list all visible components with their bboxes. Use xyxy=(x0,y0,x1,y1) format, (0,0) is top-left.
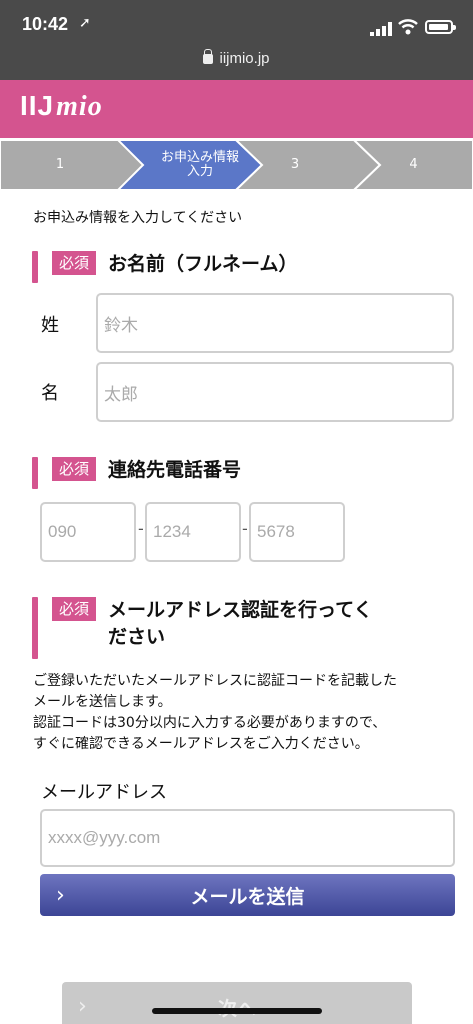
desc-line: すぐに確認できるメールアドレスをご入力ください。 xyxy=(33,736,369,752)
step-1: 1 xyxy=(55,156,65,172)
email-section-heading: 必須 メールアドレス認証を行ってく ださい xyxy=(32,597,408,659)
name-section-title: お名前（フルネーム） xyxy=(108,253,298,275)
desc-line: 認証コードは30分以内に入力する必要がありますので、 xyxy=(33,715,387,731)
step-4: 4 xyxy=(409,156,418,172)
site-header: IIJmio xyxy=(0,80,473,138)
required-badge: 必須 xyxy=(52,457,97,481)
section-accent-bar xyxy=(32,597,38,659)
phone-separator: - xyxy=(242,519,248,538)
home-indicator[interactable] xyxy=(152,1008,322,1014)
send-email-label: メールを送信 xyxy=(190,885,305,908)
logo-main: IIJ xyxy=(20,90,55,121)
last-name-input[interactable]: 鈴木 xyxy=(96,293,454,353)
lock-icon xyxy=(203,49,214,65)
phone-part2-input[interactable]: 1234 xyxy=(145,502,241,562)
progress-steps: 1 お申込み情報 入力 3 4 xyxy=(0,140,473,190)
next-label: 次へ xyxy=(218,994,256,1021)
iijmio-logo[interactable]: IIJmio xyxy=(20,90,103,123)
intro-text: お申込み情報を入力してください xyxy=(33,210,243,226)
url-text: iijmio.jp xyxy=(219,50,270,67)
logo-sub: mio xyxy=(56,91,103,122)
email-input[interactable]: xxxx@yyy.com xyxy=(40,809,455,867)
section-accent-bar xyxy=(32,251,38,283)
phone-part1-input[interactable]: 090 xyxy=(40,502,136,562)
clock-time: 10:42 xyxy=(22,14,69,34)
step-3: 3 xyxy=(290,156,300,172)
cellular-signal-icon xyxy=(370,22,392,36)
last-name-label: 姓 xyxy=(41,315,59,336)
section-accent-bar xyxy=(32,457,38,489)
required-badge: 必須 xyxy=(52,597,97,621)
phone-section-title: 連絡先電話番号 xyxy=(108,459,242,481)
first-name-input[interactable]: 太郎 xyxy=(96,362,454,422)
required-badge: 必須 xyxy=(52,251,97,275)
phone-part3-input[interactable]: 5678 xyxy=(249,502,345,562)
send-email-button[interactable]: › メールを送信 xyxy=(40,874,455,916)
phone-section-heading: 必須 連絡先電話番号 xyxy=(32,457,241,489)
first-name-label: 名 xyxy=(41,383,59,404)
name-section-heading: 必須 お名前（フルネーム） xyxy=(32,251,297,283)
battery-icon xyxy=(425,20,456,34)
chevron-right-icon: › xyxy=(56,883,65,908)
browser-status-bar: 10:42 ➚ iijmio.jp xyxy=(0,0,473,80)
chevron-right-icon: › xyxy=(78,994,87,1019)
email-title-line1: メールアドレス認証を行ってく xyxy=(108,599,373,621)
desc-line: ご登録いただいたメールアドレスに認証コードを記載した xyxy=(33,673,397,689)
phone-separator: - xyxy=(138,519,144,538)
email-description: ご登録いただいたメールアドレスに認証コードを記載した メールを送信します。 認証… xyxy=(33,671,463,755)
address-bar[interactable]: iijmio.jp xyxy=(0,49,473,67)
email-title-line2: ださい xyxy=(108,626,166,648)
email-section-title: メールアドレス認証を行ってく ださい xyxy=(108,597,408,651)
location-arrow-icon: ➚ xyxy=(79,15,91,31)
desc-line: メールを送信します。 xyxy=(33,694,172,710)
email-label: メールアドレス xyxy=(41,782,167,803)
wifi-icon xyxy=(398,19,418,35)
next-button[interactable]: › 次へ xyxy=(62,982,412,1024)
